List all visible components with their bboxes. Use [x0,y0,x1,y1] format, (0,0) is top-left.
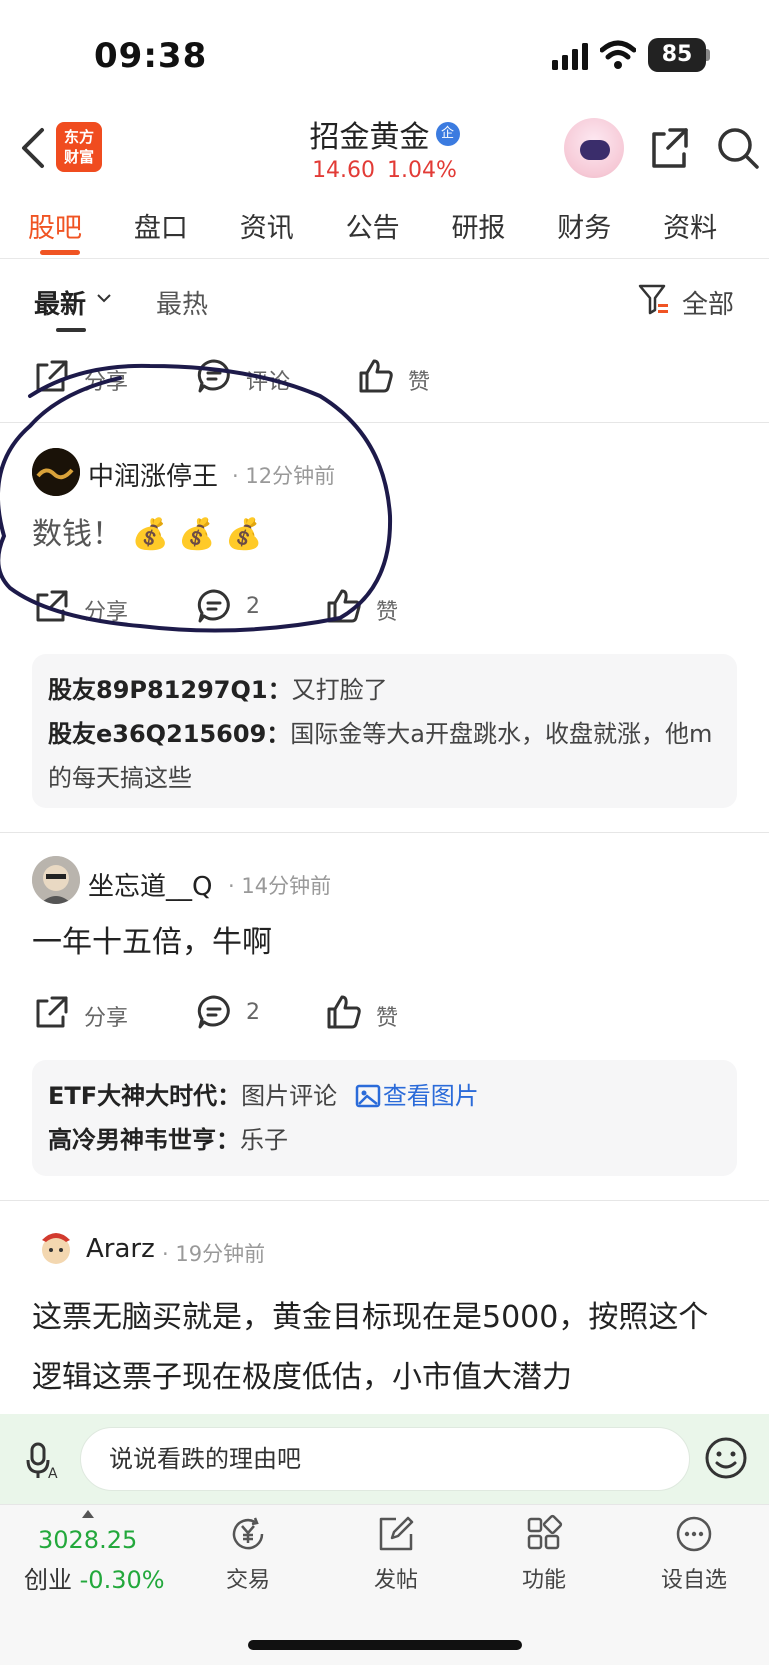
share-icon[interactable] [648,126,690,170]
comment-text: 又打脸了 [291,676,388,704]
index-change: -0.30% [79,1566,165,1594]
section-tabs: 股吧 盘口 资讯 公告 研报 财务 资料 [0,196,769,260]
tab-announcements[interactable]: 公告 [346,196,452,260]
comment-text: 乐子 [240,1126,288,1154]
voice-input-icon[interactable]: A [24,1440,64,1480]
post-time: · 14分钟前 [228,874,332,898]
avatar[interactable] [32,1224,80,1272]
search-icon[interactable] [716,126,760,170]
hand-drawn-circle-annotation [0,363,393,633]
nav-trade-label: 交易 [225,1568,270,1593]
share-label[interactable]: 分享 [84,1000,128,1032]
svg-text:A: A [48,1466,58,1480]
avatar-image [32,856,80,904]
tab-news[interactable]: 资讯 [240,196,346,260]
nav-post-label: 发帖 [373,1568,418,1593]
comment-preview-box[interactable]: ETF大神大时代：图片评论 查看图片 高冷男神韦世亨：乐子 [32,1060,737,1176]
view-image-label: 查看图片 [382,1082,479,1110]
avatar[interactable] [32,856,80,904]
comment-preview-box[interactable]: 股友89P81297Q1：又打脸了 股友e36Q215609：国际金等大a开盘跳… [32,654,737,808]
nav-post[interactable]: 发帖 [346,1514,446,1594]
comment-input[interactable]: 说说看跌的理由吧 [80,1427,690,1491]
post-content[interactable]: 一年十五倍，牛啊 [32,920,272,966]
yuan-exchange-icon [232,1517,264,1550]
post-time: · 19分钟前 [162,1242,266,1266]
nav-functions-label: 功能 [521,1568,566,1593]
battery-indicator: 85 [648,38,706,72]
sort-newest[interactable]: 最新 [34,284,86,321]
filter-icon[interactable] [638,282,670,316]
tab-profile[interactable]: 资料 [663,196,769,260]
more-dots-icon [676,1516,712,1552]
nav-functions[interactable]: 功能 [494,1514,594,1594]
chevron-down-icon[interactable] [96,292,112,304]
cellular-signal-icon [552,43,588,70]
comment-preview-item: 股友e36Q215609：国际金等大a开盘跳水，收盘就涨，他m的每天搞这些 [48,712,721,800]
comment-preview-item: ETF大神大时代：图片评论 查看图片 [48,1074,721,1118]
comment-text: 图片评论 [241,1082,338,1110]
post-time-text: 14分钟前 [241,874,332,898]
stock-price: 14.60 [312,158,376,183]
index-ticker[interactable]: 创业 -0.30% [24,1560,165,1595]
index-value[interactable]: 3028.25 [38,1526,137,1554]
tab-finance[interactable]: 财务 [557,196,663,260]
comment-user[interactable]: 股友89P81297Q1： [48,676,292,704]
robot-face [580,140,610,160]
tab-research[interactable]: 研报 [451,196,557,260]
avatar-image [42,1233,70,1264]
post-divider [0,1200,769,1201]
emoji-icon[interactable] [704,1436,748,1480]
enterprise-badge: 企 [435,122,460,146]
battery-nub [706,49,710,61]
like-label[interactable]: 赞 [376,1000,398,1032]
comment-icon[interactable] [196,994,232,1030]
status-time: 09:38 [94,36,208,76]
comment-user[interactable]: 高冷男神韦世亨： [48,1126,240,1154]
post-author[interactable]: Ararz [86,1234,155,1264]
edit-post-icon [379,1516,414,1551]
sort-indicator [56,328,86,332]
post-divider [0,832,769,833]
active-tab-indicator [40,250,80,255]
share-icon[interactable] [34,994,70,1030]
view-image-link[interactable]: 查看图片 [345,1082,479,1110]
comment-user[interactable]: 股友e36Q215609： [48,720,290,748]
nav-trade[interactable]: 交易 [198,1514,298,1594]
image-icon [355,1084,381,1108]
post-time-text: 19分钟前 [175,1242,266,1266]
comment-user[interactable]: ETF大神大时代： [48,1082,241,1110]
nav-add-watchlist-label: 设自选 [660,1568,727,1593]
filter-all[interactable]: 全部 [682,284,734,321]
stock-change: 1.04% [387,158,457,183]
thumbs-up-icon[interactable] [326,994,362,1030]
comment-count[interactable]: 2 [246,1000,260,1025]
expand-up-icon[interactable] [82,1510,94,1518]
home-indicator[interactable] [248,1640,522,1650]
post-content[interactable]: 这票无脑买就是，黄金目标现在是5000，按照这个逻辑这票子现在极度低估，小市值大… [32,1288,737,1408]
tab-pankou[interactable]: 盘口 [134,196,240,260]
like-label[interactable]: 赞 [408,364,430,396]
stock-name: 招金黄金 [309,120,430,155]
nav-add-watchlist[interactable]: 设自选 [644,1514,744,1594]
comment-preview-item: 高冷男神韦世亨：乐子 [48,1118,721,1162]
grid-apps-icon [527,1514,563,1550]
post-author[interactable]: 坐忘道__Q [88,866,212,903]
tabs-divider [0,258,769,259]
sort-hottest[interactable]: 最热 [156,284,208,321]
wifi-icon [600,40,636,69]
comment-preview-item: 股友89P81297Q1：又打脸了 [48,668,721,712]
index-name: 创业 [24,1566,72,1594]
